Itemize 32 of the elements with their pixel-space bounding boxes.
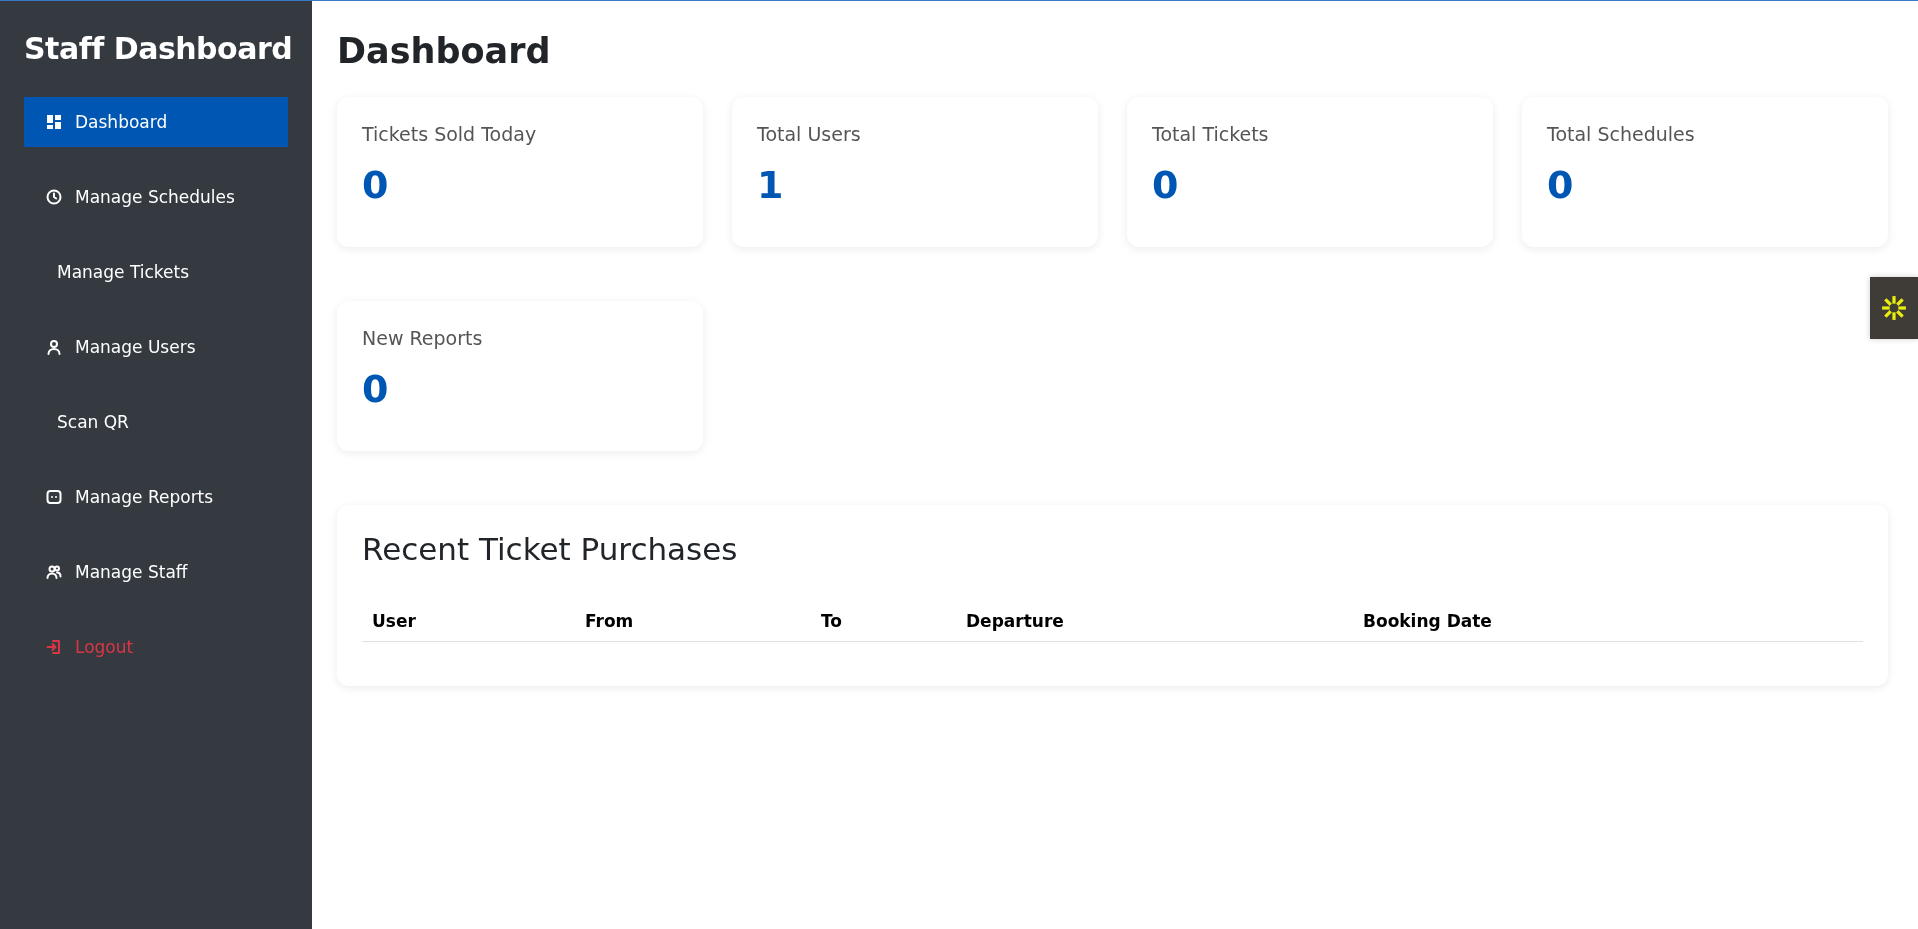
nav-link[interactable]: Manage Tickets	[24, 247, 288, 297]
stat-label: New Reports	[362, 327, 484, 349]
floating-widget-button[interactable]	[1870, 277, 1918, 339]
stat-label: Total Users	[757, 123, 862, 145]
column-header: From	[585, 611, 635, 631]
column-header: Departure	[966, 611, 1065, 631]
grid-icon	[46, 114, 62, 130]
section-title: Recent Ticket Purchases	[362, 531, 739, 567]
exit-icon	[46, 639, 62, 655]
person-icon	[46, 339, 62, 355]
nav-link[interactable]: Scan QR	[24, 397, 288, 447]
column-header: To	[821, 611, 844, 631]
stat-value: 0	[362, 367, 390, 411]
column-header: Booking Date	[1363, 611, 1493, 631]
column-header: User	[372, 611, 417, 631]
nav-link[interactable]: Dashboard	[24, 97, 288, 147]
stat-label: Total Tickets	[1152, 123, 1270, 145]
stat-value: 0	[1152, 163, 1180, 207]
nav-link[interactable]: Manage Users	[24, 322, 288, 372]
people-icon	[46, 564, 62, 580]
nav-link[interactable]: Manage Schedules	[24, 172, 288, 222]
nav-link[interactable]: Manage Reports	[24, 472, 288, 522]
message-icon	[46, 489, 62, 505]
nav-link[interactable]: Manage Staff	[24, 547, 288, 597]
asterisk-icon	[1881, 295, 1907, 321]
stat-value: 0	[362, 163, 390, 207]
stat-label: Total Schedules	[1547, 123, 1696, 145]
stat-label: Tickets Sold Today	[362, 123, 538, 145]
stat-value: 1	[757, 163, 785, 207]
stat-value: 0	[1547, 163, 1575, 207]
page-title: Dashboard	[337, 31, 552, 71]
clock-icon	[46, 189, 62, 205]
